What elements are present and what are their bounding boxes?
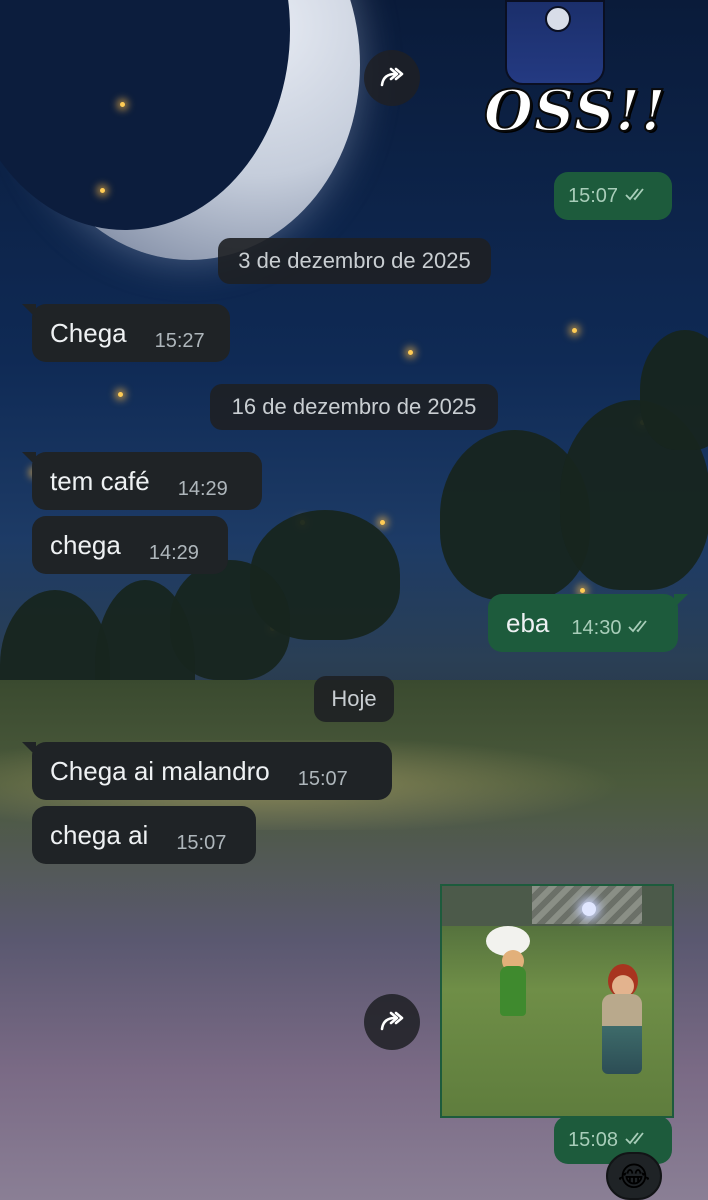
message-text: tem café bbox=[50, 465, 150, 496]
message-bubble-outgoing[interactable]: eba 14:30 bbox=[488, 594, 688, 652]
message-time: 14:29 bbox=[148, 541, 199, 564]
message-bubble-outgoing[interactable]: 15:07 bbox=[554, 172, 672, 220]
message-time: 15:07 bbox=[176, 831, 227, 854]
message-text: chega ai bbox=[50, 819, 149, 850]
message-time: 14:30 bbox=[571, 617, 653, 640]
forward-icon bbox=[380, 1011, 404, 1031]
forward-button[interactable] bbox=[364, 50, 420, 106]
message-time: 15:27 bbox=[154, 329, 205, 352]
forward-icon bbox=[380, 67, 404, 87]
date-separator: Hoje bbox=[314, 676, 394, 722]
message-text: Chega ai malandro bbox=[50, 755, 270, 786]
double-check-icon bbox=[625, 187, 644, 200]
image-message[interactable] bbox=[440, 884, 674, 1118]
message-text: eba bbox=[506, 607, 550, 638]
sticker-caption: OSS!! bbox=[483, 77, 667, 145]
date-separator: 16 de dezembro de 2025 bbox=[210, 384, 498, 430]
message-bubble-incoming[interactable]: chega 14:29 bbox=[32, 516, 228, 574]
double-check-icon bbox=[628, 619, 648, 632]
message-text: Chega bbox=[50, 317, 127, 348]
sticker-message[interactable]: OSS!! bbox=[480, 0, 670, 150]
message-time: 15:07 bbox=[568, 185, 650, 208]
message-bubble-incoming[interactable]: chega ai 15:07 bbox=[32, 806, 256, 864]
message-time: 15:08 bbox=[568, 1129, 650, 1152]
message-time: 14:29 bbox=[177, 477, 228, 500]
reaction-badge[interactable]: 😂 bbox=[606, 1152, 662, 1200]
message-bubble-incoming[interactable]: Chega 15:27 bbox=[22, 304, 230, 362]
message-time: 15:07 bbox=[297, 767, 348, 790]
double-check-icon bbox=[625, 1131, 644, 1144]
forward-button[interactable] bbox=[364, 994, 420, 1050]
date-separator: 3 de dezembro de 2025 bbox=[218, 238, 491, 284]
message-bubble-incoming[interactable]: tem café 14:29 bbox=[22, 452, 262, 510]
message-text: chega bbox=[50, 529, 121, 560]
message-bubble-incoming[interactable]: Chega ai malandro 15:07 bbox=[22, 742, 392, 800]
message-bubble-outgoing[interactable]: 15:08 bbox=[554, 1116, 672, 1164]
sticker-character bbox=[505, 0, 605, 85]
